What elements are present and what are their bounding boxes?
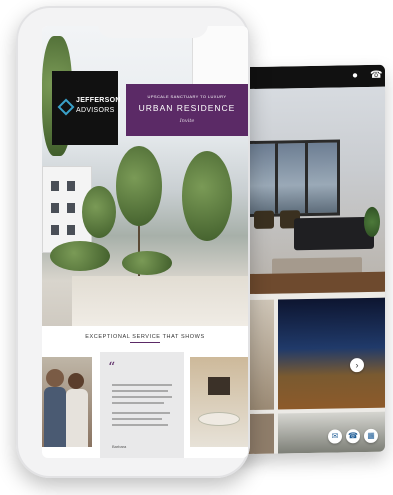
testimonial-text-line [112,412,170,414]
quote-icon: “ [108,360,116,376]
testimonial-text-line [112,424,168,426]
living-room-photo [232,86,385,295]
hero-script-text: Invite [179,118,195,124]
sofa [294,216,374,251]
phone-notch [98,18,208,38]
testimonial-text-line [112,402,164,404]
heading-underline [130,342,160,343]
tree [182,151,232,241]
user-icon[interactable]: ● [352,70,358,81]
shrubs [122,251,172,275]
back-phone-screen: ● ☎ › ✉ ☎ ▦ [232,64,385,455]
coffee-table [198,412,240,426]
garden-path [72,276,248,326]
tree [116,146,162,226]
front-phone-screen: JEFFERSON ADVISORS UPSCALE SANCTUARY TO … [42,26,248,458]
company-logo[interactable]: JEFFERSON ADVISORS [52,71,121,145]
couple-photo [42,357,92,447]
front-phone: JEFFERSON ADVISORS UPSCALE SANCTUARY TO … [16,6,250,478]
testimonial-text-line [112,384,172,386]
gallery-photo-dining[interactable] [278,297,385,410]
window [244,139,340,218]
shrubs [50,241,110,271]
tree [82,186,116,238]
hero-kicker: UPSCALE SANCTUARY TO LUXURY [147,94,227,99]
plant [364,206,380,238]
fireplace [208,377,230,395]
armchair [254,210,274,229]
logo-diamond-icon [57,98,75,116]
section-heading: EXCEPTIONAL SERVICE THAT SHOWS [42,334,248,343]
hero-title: URBAN RESIDENCE [138,103,236,113]
testimonial-author: Barbara [112,444,127,449]
top-bar: ● ☎ [232,64,385,90]
phone-icon[interactable]: ☎ [370,70,382,81]
section-heading-text: EXCEPTIONAL SERVICE THAT SHOWS [85,334,205,340]
testimonial-text-line [112,418,162,420]
interior-photo [190,357,248,447]
testimonial-text-line [112,396,172,398]
testimonial-card: “ Barbara [100,352,184,458]
hero-banner: UPSCALE SANCTUARY TO LUXURY URBAN RESIDE… [126,84,248,136]
testimonial-text-line [112,390,168,392]
logo-text-line2: ADVISORS [76,107,115,114]
logo-text-line1: JEFFERSON [76,97,121,104]
floor [232,271,385,295]
